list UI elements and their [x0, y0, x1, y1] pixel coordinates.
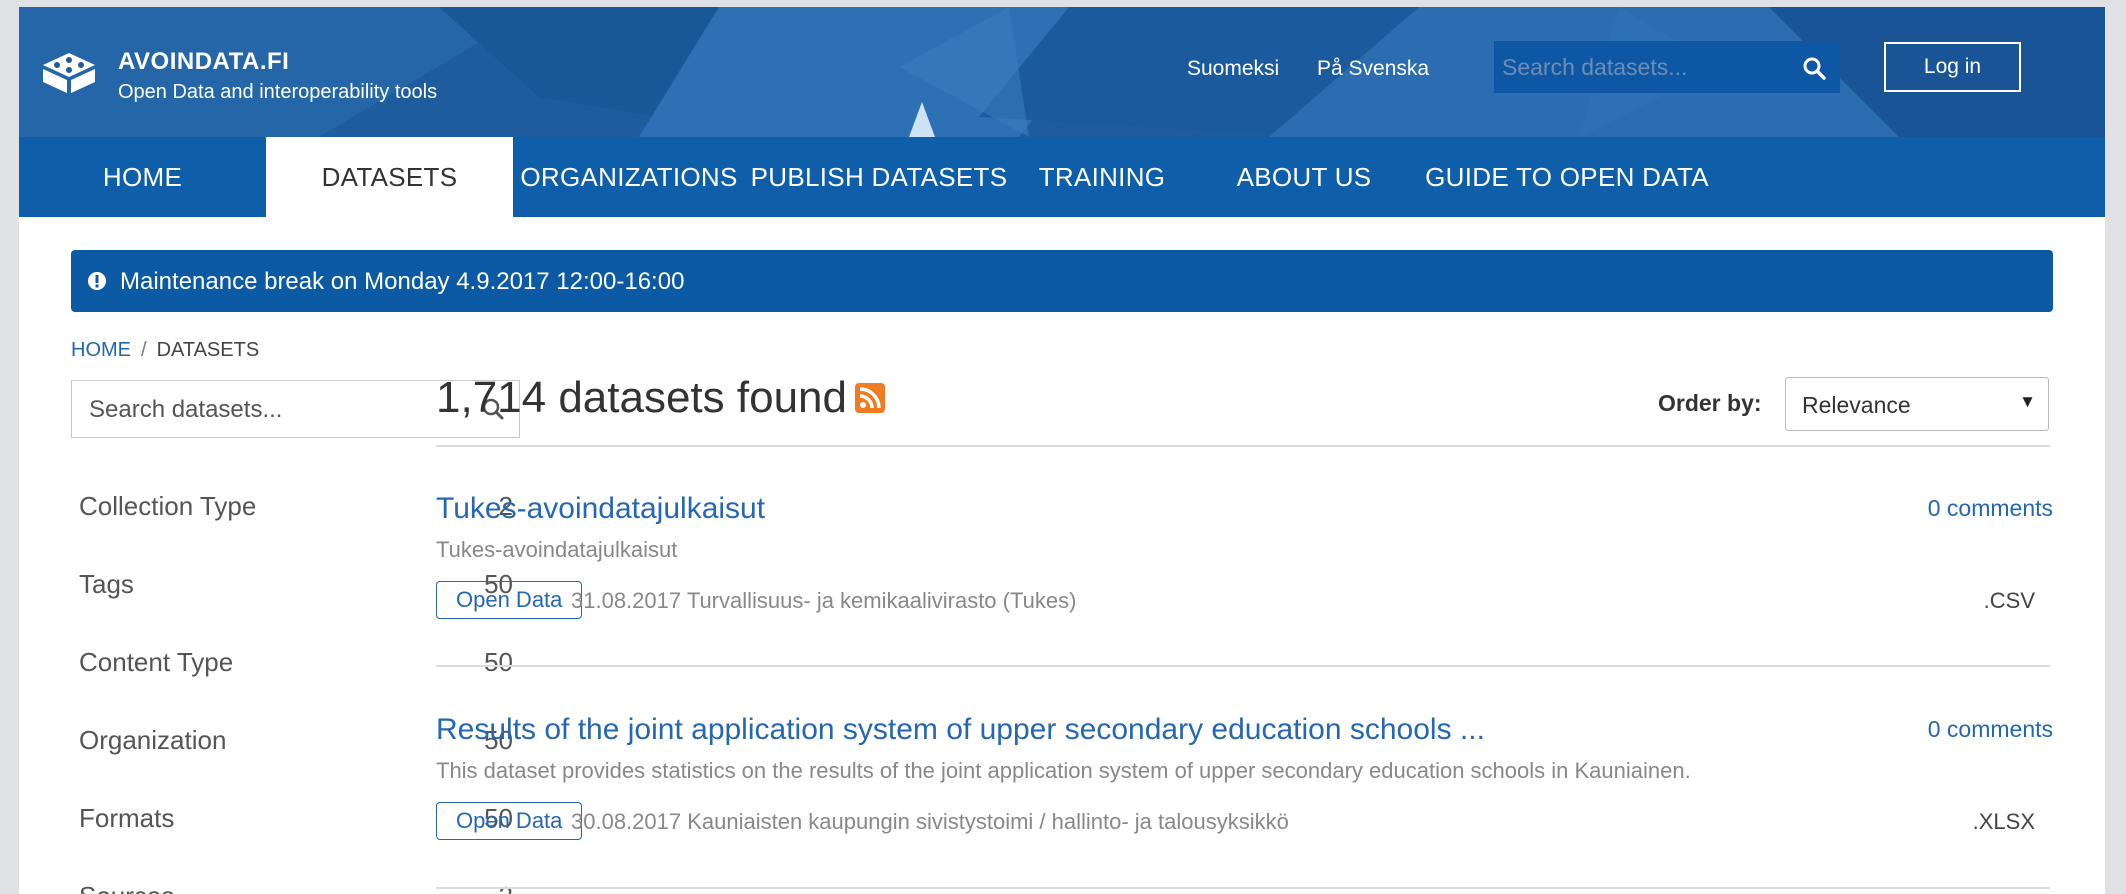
facet-label: Collection Type [79, 491, 257, 521]
logo-icon [43, 53, 95, 93]
facet-label: Formats [79, 803, 175, 833]
facet-count: 50 [484, 647, 513, 677]
facet-label: Tags [79, 569, 134, 599]
nav-datasets[interactable]: DATASETS [266, 137, 513, 217]
dataset-comments-link[interactable]: 0 comments [1928, 716, 2053, 743]
alert-text: Maintenance break on Monday 4.9.2017 12:… [120, 268, 685, 295]
sidebar-search-input[interactable] [72, 381, 471, 438]
login-button[interactable]: Log in [1884, 42, 2021, 92]
nav-about-us[interactable]: ABOUT US [1191, 137, 1417, 217]
nav-guide-to-open-data[interactable]: GUIDE TO OPEN DATA [1417, 137, 1717, 217]
language-finnish-link[interactable]: Suomeksi [1187, 57, 1279, 81]
header-search-input[interactable] [1494, 41, 1802, 93]
site-subtitle: Open Data and interoperability tools [118, 81, 438, 103]
breadcrumb-separator: / [141, 339, 147, 361]
exclamation-circle-icon [88, 272, 106, 290]
order-by-select[interactable]: Relevance ▼ [1785, 377, 2049, 431]
nav-home[interactable]: HOME [19, 137, 266, 217]
header-search [1494, 41, 1840, 93]
main-nav: HOME DATASETS ORGANIZATIONS PUBLISH DATA… [19, 137, 2105, 217]
nav-organizations[interactable]: ORGANIZATIONS [513, 137, 745, 217]
page: AVOINDATA.FI Open Data and interoperabil… [19, 7, 2105, 894]
dataset-comments-link[interactable]: 0 comments [1928, 495, 2053, 522]
divider [436, 665, 2050, 667]
nav-training[interactable]: TRAINING [1013, 137, 1191, 217]
dataset-meta: 31.08.2017 Turvallisuus- ja kemikaalivir… [571, 588, 1077, 613]
divider [436, 887, 2050, 889]
rss-icon[interactable] [855, 383, 885, 414]
site-title[interactable]: AVOINDATA.FI [118, 48, 289, 76]
order-by-value: Relevance [1802, 392, 1911, 418]
open-data-badge[interactable]: Open Data [436, 802, 583, 840]
dataset-meta: 30.08.2017 Kauniaisten kaupungin sivisty… [571, 809, 1289, 834]
chevron-down-icon: ▼ [2019, 392, 2036, 411]
open-data-badge[interactable]: Open Data [436, 581, 583, 619]
breadcrumb: HOME / DATASETS [71, 339, 259, 362]
facet-label: Organization [79, 725, 227, 755]
divider [436, 445, 2050, 447]
language-swedish-link[interactable]: På Svenska [1317, 57, 1429, 81]
facet-label: Content Type [79, 647, 234, 677]
facet-content-type[interactable]: Content Type 50 [79, 647, 513, 687]
dataset-description: This dataset provides statistics on the … [436, 758, 1691, 783]
breadcrumb-home[interactable]: HOME [71, 339, 131, 361]
nav-publish-datasets[interactable]: PUBLISH DATASETS [745, 137, 1013, 217]
dataset-title[interactable]: Tukes-avoindatajulkaisut [436, 492, 765, 526]
facet-label: Sources [79, 881, 174, 894]
dataset-description: Tukes-avoindatajulkaisut [436, 537, 678, 562]
dataset-format[interactable]: .XLSX [1973, 809, 2035, 835]
site-header: AVOINDATA.FI Open Data and interoperabil… [19, 7, 2105, 137]
results-count: 1,714 datasets found [436, 373, 885, 423]
order-by-label: Order by: [1658, 390, 1762, 416]
results-count-text: 1,714 datasets found [436, 373, 847, 422]
breadcrumb-current[interactable]: DATASETS [157, 339, 260, 361]
search-icon[interactable] [1802, 56, 1826, 80]
dataset-title[interactable]: Results of the joint application system … [436, 713, 1485, 747]
maintenance-alert: Maintenance break on Monday 4.9.2017 12:… [71, 250, 2053, 312]
dataset-format[interactable]: .CSV [1984, 588, 2035, 614]
